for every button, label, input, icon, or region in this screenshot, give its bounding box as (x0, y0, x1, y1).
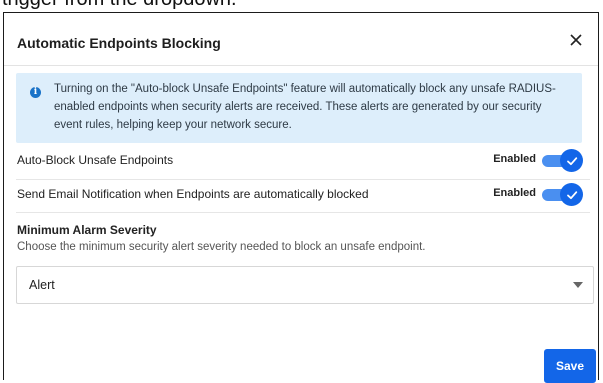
dialog-title: Automatic Endpoints Blocking (17, 35, 221, 51)
minimum-alarm-severity-title: Minimum Alarm Severity (17, 223, 157, 237)
info-icon: i (30, 87, 41, 98)
auto-block-label: Auto-Block Unsafe Endpoints (17, 153, 174, 167)
automatic-endpoints-blocking-dialog: Automatic Endpoints Blocking i Turning o… (3, 12, 599, 383)
chevron-down-icon (573, 282, 583, 288)
close-icon (570, 34, 582, 46)
severity-select[interactable]: Alert (16, 266, 594, 304)
info-banner-text: Turning on the "Auto-block Unsafe Endpoi… (54, 83, 556, 131)
info-banner: i Turning on the "Auto-block Unsafe Endp… (16, 73, 582, 143)
check-icon (566, 190, 577, 199)
setting-row-email-notification: Send Email Notification when Endpoints a… (4, 179, 598, 209)
toggle-knob (560, 183, 583, 206)
auto-block-toggle[interactable] (540, 149, 590, 172)
row-divider (16, 212, 590, 213)
background-caption: trigger from the dropdown. (0, 0, 603, 12)
email-notification-label: Send Email Notification when Endpoints a… (17, 187, 369, 201)
minimum-alarm-severity-description: Choose the minimum security alert severi… (17, 241, 426, 253)
email-notification-toggle[interactable] (540, 183, 590, 206)
toggle-knob (560, 149, 583, 172)
auto-block-status: Enabled (493, 153, 536, 165)
header-divider (4, 65, 598, 66)
check-icon (566, 156, 577, 165)
background-caption-text: trigger from the dropdown. (2, 0, 237, 11)
setting-row-auto-block: Auto-Block Unsafe Endpoints Enabled (4, 145, 598, 175)
email-notification-status: Enabled (493, 187, 536, 199)
save-button[interactable]: Save (544, 349, 596, 383)
severity-select-value: Alert (29, 278, 55, 292)
close-button[interactable] (566, 30, 586, 50)
